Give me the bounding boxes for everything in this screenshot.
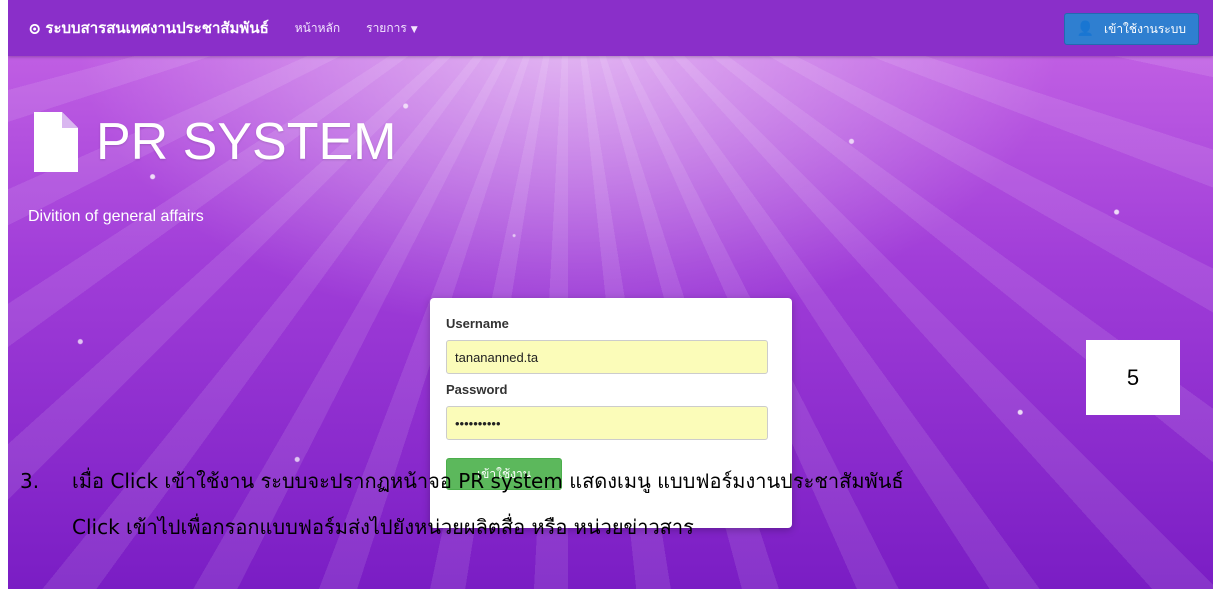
top-navbar: ⊙ ระบบสารสนเทศงานประชาสัมพันธ์ หน้าหลัก …: [8, 0, 1213, 56]
document-icon: [34, 112, 78, 172]
caret-down-icon: ▼: [410, 24, 418, 35]
caption-text: 3. เมื่อ Click เข้าใช้งาน ระบบจะปรากฏหน้า…: [20, 458, 904, 550]
user-icon: 👤: [1076, 21, 1095, 37]
nav-list-dropdown[interactable]: รายการ ▼: [366, 19, 418, 38]
hero-title-text: PR SYSTEM: [96, 113, 397, 171]
login-button[interactable]: 👤 เข้าใช้งานระบบ: [1063, 13, 1199, 45]
brand-label: ระบบสารสนเทศงานประชาสัมพันธ์: [45, 19, 269, 37]
caption-line-1-text: เมื่อ Click เข้าใช้งาน ระบบจะปรากฏหน้าจอ…: [72, 469, 904, 493]
username-label: Username: [446, 316, 509, 331]
caption-line-1: 3. เมื่อ Click เข้าใช้งาน ระบบจะปรากฏหน้า…: [20, 458, 904, 504]
password-input[interactable]: [446, 406, 768, 440]
caption-number: 3.: [20, 469, 40, 493]
hero-subtitle: Divition of general affairs: [28, 208, 204, 225]
nav-list-label: รายการ: [366, 20, 407, 35]
caption-line-2: Click เข้าไปเพื่อกรอกแบบฟอร์มส่งไปยังหน่…: [72, 515, 694, 539]
page-number-box: 5: [1086, 340, 1180, 415]
hero-title: PR SYSTEM: [34, 112, 397, 172]
circle-icon: ⊙: [28, 18, 42, 38]
nav-home-label: หน้าหลัก: [294, 20, 341, 35]
brand-link[interactable]: ⊙ ระบบสารสนเทศงานประชาสัมพันธ์: [28, 16, 269, 40]
password-label: Password: [446, 382, 508, 397]
username-input[interactable]: [446, 340, 768, 374]
login-button-label: เข้าใช้งานระบบ: [1104, 21, 1186, 36]
page-number: 5: [1126, 364, 1140, 390]
nav-home[interactable]: หน้าหลัก: [295, 19, 340, 38]
